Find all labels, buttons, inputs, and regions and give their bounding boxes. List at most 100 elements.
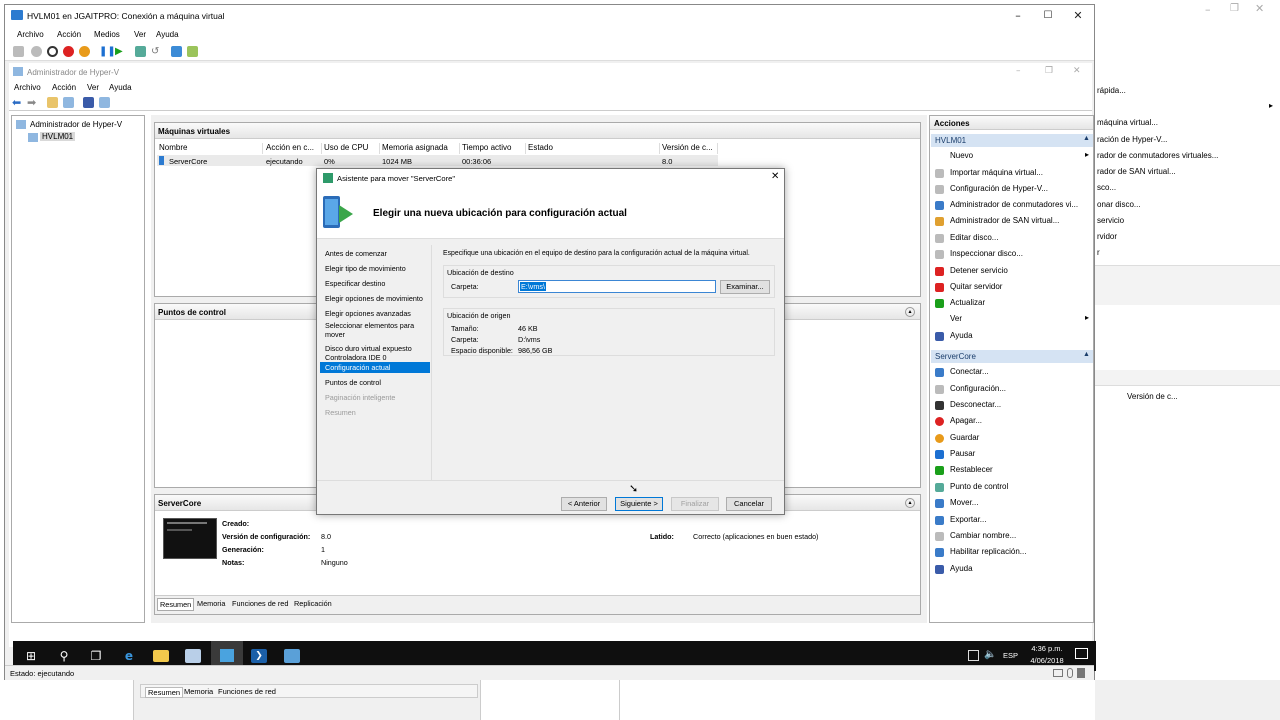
action-item[interactable]: Configuración... <box>930 383 1093 396</box>
task-view-icon[interactable]: ❐ <box>88 648 104 664</box>
action-item[interactable]: Apagar... <box>930 415 1093 428</box>
host-action[interactable]: rador de conmutadores virtuales... <box>1097 151 1218 160</box>
wizard-step[interactable]: Disco duro virtual expuesto Controladora… <box>325 344 429 362</box>
restore-icon[interactable]: ❐ <box>1230 3 1239 14</box>
cancel-button[interactable]: Cancelar <box>726 497 772 511</box>
resume-icon[interactable]: ▶ <box>115 46 126 57</box>
actions-section-host[interactable]: HVLM01 ▲ <box>931 134 1093 147</box>
actions-section-vm[interactable]: ServerCore ▲ <box>931 350 1093 363</box>
restore-icon[interactable]: ❐ <box>1045 66 1053 76</box>
action-item[interactable]: Editar disco... <box>930 232 1093 245</box>
wizard-step[interactable]: Puntos de control <box>325 378 429 387</box>
turn-off-icon[interactable] <box>47 46 58 57</box>
wizard-step[interactable]: Antes de comenzar <box>325 249 429 258</box>
tree-root[interactable]: Administrador de Hyper-V <box>30 120 122 129</box>
collapse-icon[interactable]: ▲ <box>1083 351 1090 358</box>
collapse-icon[interactable]: ▲ <box>1083 135 1090 142</box>
close-icon[interactable]: ✕ <box>1073 66 1081 76</box>
back-button[interactable]: < Anterior <box>561 497 607 511</box>
action-item[interactable]: Desconectar... <box>930 399 1093 412</box>
next-button[interactable]: Siguiente > <box>615 497 663 511</box>
wizard-step-current[interactable]: Configuración actual <box>320 362 430 373</box>
host-action[interactable]: sco... <box>1097 183 1116 192</box>
menu-accion[interactable]: Acción <box>57 30 81 39</box>
collapse-icon[interactable]: ▴ <box>905 498 915 508</box>
action-item[interactable]: Punto de control <box>930 481 1093 494</box>
action-item[interactable]: Detener servicio <box>930 265 1093 278</box>
volume-icon[interactable]: 🔈 <box>984 649 996 660</box>
maximize-icon[interactable]: ☐ <box>1033 9 1063 23</box>
action-item[interactable]: Nuevo ▸ <box>930 150 1093 163</box>
menu-ayuda[interactable]: Ayuda <box>156 30 179 39</box>
checkpoint-icon[interactable] <box>135 46 146 57</box>
table-row[interactable] <box>157 155 718 166</box>
action-item[interactable]: Ayuda <box>930 330 1093 343</box>
file-explorer-icon[interactable] <box>153 650 169 662</box>
search-icon[interactable]: ⚲ <box>56 648 72 664</box>
action-item[interactable]: Cambiar nombre... <box>930 530 1093 543</box>
action-item[interactable]: Guardar <box>930 432 1093 445</box>
language-indicator[interactable]: ESP <box>1003 651 1018 660</box>
action-item[interactable]: Ver ▸ <box>930 313 1093 326</box>
network-icon[interactable] <box>968 650 979 661</box>
wizard-step[interactable]: Seleccionar elementos para mover <box>325 321 429 339</box>
menu-ver[interactable]: Ver <box>87 83 99 92</box>
host-action[interactable]: rador de SAN virtual... <box>1097 167 1176 176</box>
help-icon[interactable] <box>83 97 94 108</box>
host-action[interactable]: rvidor <box>1097 232 1117 241</box>
back-icon[interactable]: ⬅ <box>12 96 21 109</box>
revert-icon[interactable]: ↺ <box>151 46 162 57</box>
action-item[interactable]: Administrador de SAN virtual... <box>930 215 1093 228</box>
menu-accion[interactable]: Acción <box>52 83 76 92</box>
host-action[interactable]: r <box>1097 248 1100 257</box>
col-tiempo[interactable]: Tiempo activo <box>460 143 526 154</box>
notifications-icon[interactable] <box>1075 648 1088 659</box>
minimize-icon[interactable]: – <box>1016 66 1021 76</box>
pause-icon[interactable]: ❚❚ <box>99 46 116 57</box>
tab-memoria[interactable]: Memoria <box>184 687 213 696</box>
tree-item-hvlm01[interactable]: HVLM01 <box>40 132 76 141</box>
clock-time[interactable]: 4:36 p.m. <box>1027 644 1067 653</box>
ctrl-alt-del-icon[interactable] <box>13 46 24 57</box>
action-item[interactable]: Inspeccionar disco... <box>930 248 1093 261</box>
action-item[interactable]: Ayuda <box>930 563 1093 576</box>
col-version[interactable]: Versión de c... <box>660 143 718 154</box>
close-icon[interactable]: ✕ <box>771 171 779 182</box>
wizard-step[interactable]: Elegir opciones avanzadas <box>325 309 429 318</box>
host-column-header[interactable]: Versión de c... <box>1127 392 1178 401</box>
action-item[interactable]: Exportar... <box>930 514 1093 527</box>
action-item[interactable]: Actualizar <box>930 297 1093 310</box>
action-item[interactable]: Habilitar replicación... <box>930 546 1093 559</box>
share-icon[interactable] <box>187 46 198 57</box>
col-accion[interactable]: Acción en c... <box>264 143 322 154</box>
action-item[interactable]: Restablecer <box>930 464 1093 477</box>
close-icon[interactable]: ✕ <box>1063 9 1093 23</box>
close-icon[interactable]: ✕ <box>1255 2 1264 15</box>
tab-resumen[interactable]: Resumen <box>157 598 195 611</box>
menu-archivo[interactable]: Archivo <box>14 83 41 92</box>
network-app-icon[interactable] <box>284 649 300 663</box>
action-item[interactable]: Conectar... <box>930 366 1093 379</box>
collapse-icon[interactable]: ▴ <box>905 307 915 317</box>
col-nombre[interactable]: Nombre <box>157 143 263 154</box>
tab-replicacion[interactable]: Replicación <box>294 599 332 608</box>
menu-medios[interactable]: Medios <box>94 30 120 39</box>
folder-input[interactable]: E:\vms\ <box>518 280 716 293</box>
browse-button[interactable]: Examinar... <box>720 280 770 294</box>
col-memoria[interactable]: Memoria asignada <box>380 143 460 154</box>
wizard-step[interactable]: Especificar destino <box>325 279 429 288</box>
host-action[interactable]: servicio <box>1097 216 1124 225</box>
menu-ayuda[interactable]: Ayuda <box>109 83 132 92</box>
powershell-icon[interactable]: ❯ <box>251 649 267 663</box>
col-cpu[interactable]: Uso de CPU <box>322 143 380 154</box>
host-action[interactable]: ración de Hyper-V... <box>1097 135 1167 144</box>
host-action[interactable]: onar disco... <box>1097 200 1141 209</box>
action-item[interactable]: Administrador de conmutadores vi... <box>930 199 1093 212</box>
menu-archivo[interactable]: Archivo <box>17 30 44 39</box>
action-item[interactable]: Mover... <box>930 497 1093 510</box>
tab-resumen[interactable]: Resumen <box>145 687 184 698</box>
action-item[interactable]: Pausar <box>930 448 1093 461</box>
wizard-step[interactable]: Elegir tipo de movimiento <box>325 264 429 273</box>
tab-red[interactable]: Funciones de red <box>218 687 276 696</box>
shutdown-icon[interactable] <box>63 46 74 57</box>
